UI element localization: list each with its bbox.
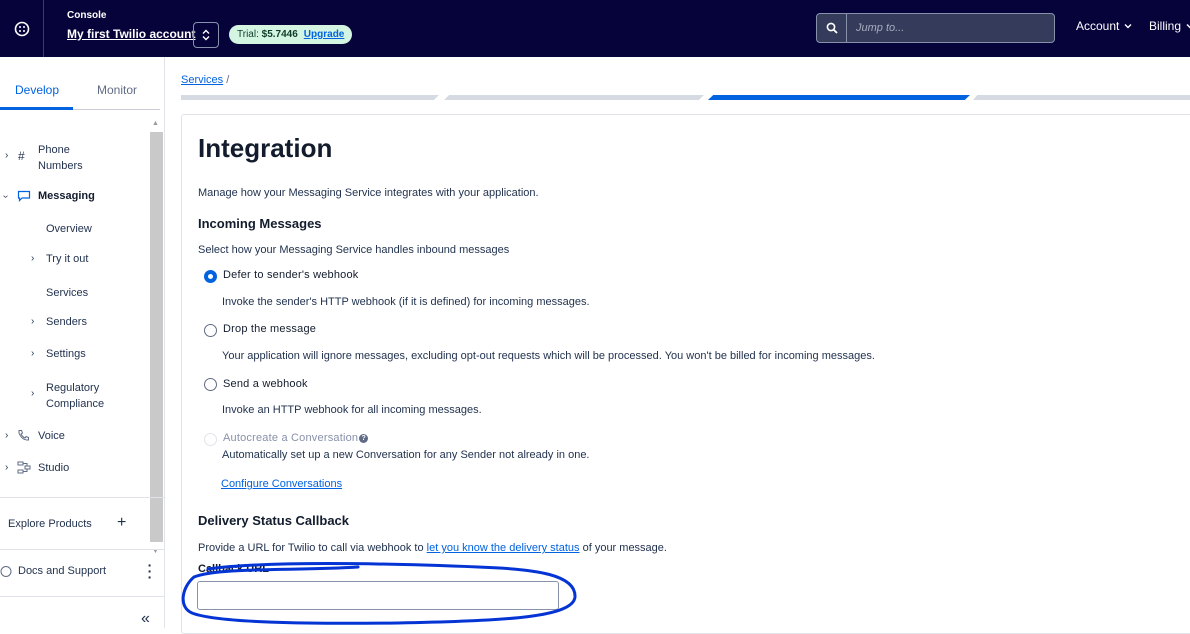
chevron-right-icon[interactable]: ›: [31, 348, 34, 359]
breadcrumb-separator: /: [226, 74, 230, 86]
trial-balance: $5.7446: [261, 29, 298, 40]
step-segment[interactable]: [973, 95, 1190, 100]
plus-icon[interactable]: +: [117, 514, 126, 532]
divider: [0, 549, 165, 550]
sidebar-item-phone-numbers[interactable]: Phone Numbers: [38, 142, 108, 174]
grid-icon: [14, 21, 29, 36]
more-options-icon[interactable]: · · ·: [147, 558, 153, 584]
sidebar-item-overview[interactable]: Overview: [46, 223, 92, 235]
sidebar-item-messaging[interactable]: Messaging: [38, 190, 95, 202]
delivery-status-link[interactable]: let you know the delivery status: [427, 542, 580, 554]
delivery-text-after: of your message.: [582, 542, 667, 554]
delivery-status-description: Provide a URL for Twilio to call via web…: [198, 542, 667, 554]
sidebar-item-studio[interactable]: Studio: [38, 462, 69, 474]
breadcrumb: Services /: [181, 74, 229, 86]
sidebar-scrollbar[interactable]: [150, 132, 163, 542]
step-segment[interactable]: [444, 95, 704, 100]
radio-label-send-webhook[interactable]: Send a webhook: [223, 378, 308, 390]
sidebar-item-try-it-out[interactable]: Try it out: [46, 253, 88, 265]
chevron-right-icon[interactable]: ›: [31, 388, 34, 399]
incoming-messages-subtext: Select how your Messaging Service handle…: [198, 244, 510, 256]
delivery-text-before: Provide a URL for Twilio to call via web…: [198, 542, 424, 554]
sidebar-item-voice[interactable]: Voice: [38, 430, 65, 442]
docs-icon: [0, 566, 12, 577]
sidebar-item-settings[interactable]: Settings: [46, 348, 86, 360]
page-title: Integration: [198, 133, 333, 163]
flow-icon: [17, 461, 31, 474]
account-menu-label: Account: [1076, 19, 1120, 33]
step-segment[interactable]: [181, 95, 439, 100]
trial-balance-badge: Trial: $5.7446 Upgrade: [229, 25, 353, 44]
step-segment-active[interactable]: [708, 95, 970, 100]
collapse-sidebar-icon[interactable]: «: [141, 610, 150, 628]
radio-drop-the-message[interactable]: [204, 324, 217, 337]
account-switcher-button[interactable]: [193, 22, 219, 48]
callback-url-label: Callback URL: [198, 563, 269, 575]
explore-products-link[interactable]: Explore Products: [8, 518, 92, 530]
chevron-right-icon[interactable]: ›: [31, 253, 34, 264]
chevron-down-icon: [1186, 24, 1190, 29]
radio-label-autocreate[interactable]: Autocreate a Conversation?: [223, 432, 369, 444]
help-icon[interactable]: ?: [359, 434, 369, 443]
page-description: Manage how your Messaging Service integr…: [198, 187, 539, 199]
step-progress-bar: [181, 95, 1190, 100]
sidebar: Develop Monitor › # Phone Numbers › Mess…: [0, 57, 165, 628]
top-navigation-bar: Console My first Twilio account Trial: $…: [0, 0, 1190, 57]
account-name-link[interactable]: My first Twilio account: [67, 27, 195, 41]
radio-autocreate-conversation[interactable]: [204, 433, 217, 446]
chevron-down-icon: [1124, 24, 1132, 29]
radio-help-autocreate: Automatically set up a new Conversation …: [222, 449, 590, 461]
radio-defer-to-sender-webhook[interactable]: [204, 270, 217, 283]
radio-help-defer: Invoke the sender's HTTP webhook (if it …: [222, 296, 590, 308]
account-menu[interactable]: Account: [1076, 19, 1132, 33]
radio-send-a-webhook[interactable]: [204, 378, 217, 391]
callback-url-input[interactable]: [197, 581, 559, 610]
hash-icon: #: [18, 149, 25, 163]
sidebar-item-regulatory-compliance[interactable]: Regulatory Compliance: [46, 380, 116, 412]
divider: [0, 596, 165, 597]
chevron-down-icon[interactable]: ›: [0, 195, 11, 198]
sidebar-tabs: Develop Monitor: [0, 57, 160, 110]
upgrade-link[interactable]: Upgrade: [304, 29, 345, 40]
chat-bubble-icon: [17, 190, 31, 202]
product-grid-button[interactable]: [0, 0, 44, 57]
chevron-right-icon[interactable]: ›: [31, 316, 34, 327]
sidebar-item-services[interactable]: Services: [46, 287, 88, 299]
active-tab-indicator: [0, 107, 73, 110]
chevron-up-down-icon: [202, 29, 210, 41]
tab-monitor[interactable]: Monitor: [97, 83, 137, 97]
sidebar-item-senders[interactable]: Senders: [46, 316, 87, 328]
docs-and-support-link[interactable]: Docs and Support: [18, 565, 106, 577]
console-label: Console: [67, 10, 107, 21]
jump-to-search-input[interactable]: [847, 13, 1055, 43]
trial-label: Trial:: [237, 29, 259, 40]
radio-label-drop[interactable]: Drop the message: [223, 323, 316, 335]
radio-label-defer[interactable]: Defer to sender's webhook: [223, 269, 359, 281]
billing-menu-label: Billing: [1149, 19, 1182, 33]
configure-conversations-link[interactable]: Configure Conversations: [221, 478, 342, 490]
billing-menu[interactable]: Billing: [1149, 19, 1190, 33]
scroll-up-arrow[interactable]: ▲: [152, 120, 159, 127]
breadcrumb-services-link[interactable]: Services: [181, 74, 223, 86]
search-icon: [826, 22, 838, 34]
tab-develop[interactable]: Develop: [15, 83, 59, 97]
delivery-status-heading: Delivery Status Callback: [198, 513, 350, 528]
chevron-right-icon[interactable]: ›: [5, 430, 8, 441]
radio-help-send-webhook: Invoke an HTTP webhook for all incoming …: [222, 404, 482, 416]
chevron-right-icon[interactable]: ›: [5, 150, 8, 161]
search-button[interactable]: [816, 13, 847, 43]
radio-label-autocreate-text: Autocreate a Conversation: [223, 432, 359, 444]
phone-icon: [18, 430, 29, 441]
divider: [0, 497, 165, 498]
incoming-messages-heading: Incoming Messages: [198, 216, 322, 231]
radio-help-drop: Your application will ignore messages, e…: [222, 350, 875, 362]
chevron-right-icon[interactable]: ›: [5, 462, 8, 473]
